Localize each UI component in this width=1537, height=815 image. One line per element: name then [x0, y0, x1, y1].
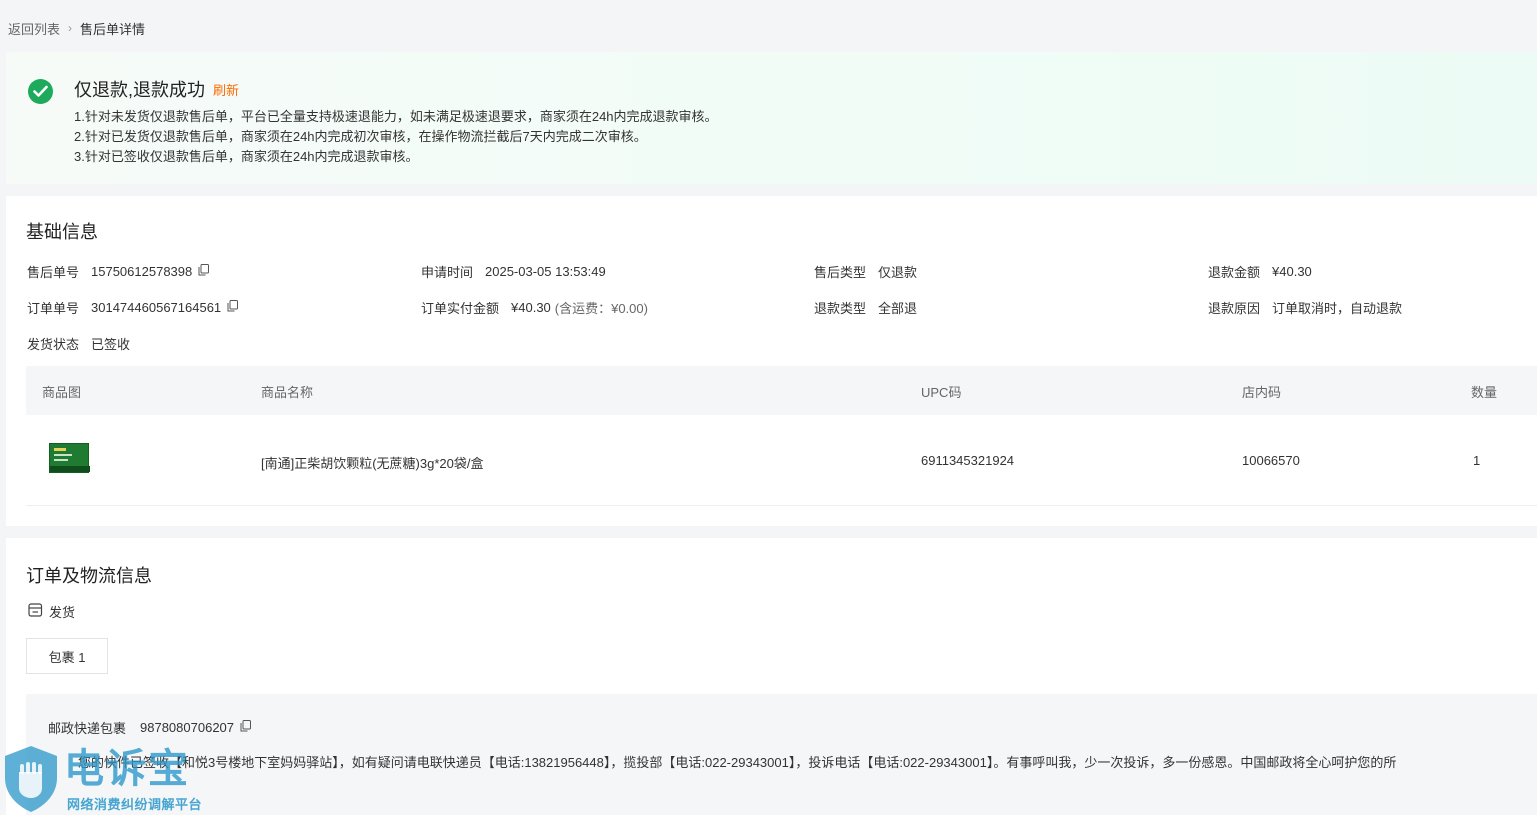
apply-time-value: 2025-03-05 13:53:49 [485, 264, 606, 279]
basic-info-card: 基础信息 售后单号 15750612578398 申请时间 2025-03-05… [6, 196, 1537, 526]
breadcrumb: 返回列表 › 售后单详情 [8, 18, 145, 38]
info-label: 申请时间 [421, 265, 474, 280]
rule-item: 1.针对未发货仅退款售后单，平台已全量支持极速退能力，如未满足极速退要求，商家须… [74, 109, 718, 124]
ship-label: 发货 [49, 605, 76, 620]
refresh-link[interactable]: 刷新 [213, 80, 239, 99]
breadcrumb-separator: › [68, 21, 73, 35]
table-row: [南通]正柴胡饮颗粒(无蔗糖)3g*20袋/盒 6911345321924 10… [26, 415, 1537, 506]
col-header-name: 商品名称 [261, 385, 314, 400]
logistics-card: 订单及物流信息 发货 包裹 1 邮政快递包裹 9878080706207 您的快… [6, 538, 1537, 815]
refund-type: 退款类型 全部退 [814, 298, 917, 317]
product-image[interactable] [49, 443, 90, 473]
paid-amount: 订单实付金额 ¥40.30 (含运费：¥0.00) [421, 298, 648, 317]
copy-icon[interactable] [240, 720, 252, 735]
rules-list: 1.针对未发货仅退款售后单，平台已全量支持极速退能力，如未满足极速退要求，商家须… [74, 107, 718, 167]
ship-status: 发货状态 已签收 [27, 334, 130, 353]
basic-info-title: 基础信息 [26, 222, 98, 242]
refund-status-card: 仅退款,退款成功 刷新 1.针对未发货仅退款售后单，平台已全量支持极速退能力，如… [6, 52, 1537, 184]
col-header-store-code: 店内码 [1242, 385, 1282, 400]
info-label: 退款金额 [1208, 265, 1261, 280]
success-check-icon [28, 79, 53, 104]
shield-fist-icon [5, 746, 57, 812]
col-header-image: 商品图 [42, 385, 82, 400]
watermark: 电诉宝 网络消费纠纷调解平台 [0, 742, 220, 815]
refund-amount-value: ¥40.30 [1272, 264, 1312, 279]
info-label: 退款原因 [1208, 301, 1261, 316]
delivery-icon [28, 603, 43, 620]
col-header-upc: UPC码 [921, 385, 962, 400]
goods-table-header: 商品图 商品名称 UPC码 店内码 数量 [26, 366, 1537, 415]
col-header-qty: 数量 [1471, 385, 1498, 400]
order-no: 订单单号 301474460567164561 [27, 298, 239, 317]
tracking-no: 9878080706207 [140, 720, 235, 735]
after-sale-type-value: 仅退款 [878, 265, 918, 280]
ship-section-header: 发货 [28, 602, 75, 621]
after-sale-no: 售后单号 15750612578398 [27, 262, 210, 281]
info-label: 订单单号 [27, 301, 80, 316]
paid-amount-note: (含运费：¥0.00) [554, 301, 648, 316]
info-label: 售后单号 [27, 265, 80, 280]
carrier-name: 邮政快递包裹 [48, 721, 127, 736]
paid-amount-value: ¥40.30 [511, 300, 551, 315]
status-title: 仅退款,退款成功 [74, 80, 206, 100]
product-upc: 6911345321924 [921, 453, 1015, 468]
order-no-value: 301474460567164561 [91, 300, 222, 315]
refund-amount: 退款金额 ¥40.30 [1208, 262, 1312, 281]
carrier-row: 邮政快递包裹 9878080706207 [48, 718, 252, 737]
ship-status-value: 已签收 [91, 337, 131, 352]
copy-icon[interactable] [227, 300, 239, 315]
product-name: [南通]正柴胡饮颗粒(无蔗糖)3g*20袋/盒 [261, 456, 484, 471]
refund-reason-value: 订单取消时，自动退款 [1272, 301, 1403, 316]
info-label: 退款类型 [814, 301, 867, 316]
rule-item: 2.针对已发货仅退款售后单，商家须在24h内完成初次审核，在操作物流拦截后7天内… [74, 129, 647, 144]
product-store-code: 10066570 [1242, 453, 1300, 468]
package-tab-1[interactable]: 包裹 1 [26, 638, 108, 674]
info-label: 发货状态 [27, 337, 80, 352]
copy-icon[interactable] [198, 264, 210, 279]
package-detail: 邮政快递包裹 9878080706207 您的快件已签收【和悦3号楼地下室妈妈驿… [26, 694, 1537, 815]
info-label: 订单实付金额 [421, 301, 500, 316]
apply-time: 申请时间 2025-03-05 13:53:49 [421, 262, 606, 281]
info-label: 售后类型 [814, 265, 867, 280]
refund-reason: 退款原因 订单取消时，自动退款 [1208, 298, 1402, 317]
watermark-title: 电诉宝 [64, 747, 190, 791]
goods-table: 商品图 商品名称 UPC码 店内码 数量 [南通]正柴胡饮颗粒(无蔗糖)3g*2… [26, 366, 1537, 506]
product-qty: 1 [1473, 453, 1481, 468]
after-sale-no-value: 15750612578398 [91, 264, 193, 279]
after-sale-type: 售后类型 仅退款 [814, 262, 917, 281]
rule-item: 3.针对已签收仅退款售后单，商家须在24h内完成退款审核。 [74, 149, 419, 164]
breadcrumb-current: 售后单详情 [80, 21, 146, 37]
back-to-list-link[interactable]: 返回列表 [8, 19, 60, 38]
logistics-title: 订单及物流信息 [26, 566, 152, 586]
watermark-subtitle: 网络消费纠纷调解平台 [67, 797, 203, 812]
tracking-text: 您的快件已签收【和悦3号楼地下室妈妈驿站】，如有疑问请电联快递员【电话:1382… [78, 755, 1397, 770]
refund-type-value: 全部退 [878, 301, 918, 316]
